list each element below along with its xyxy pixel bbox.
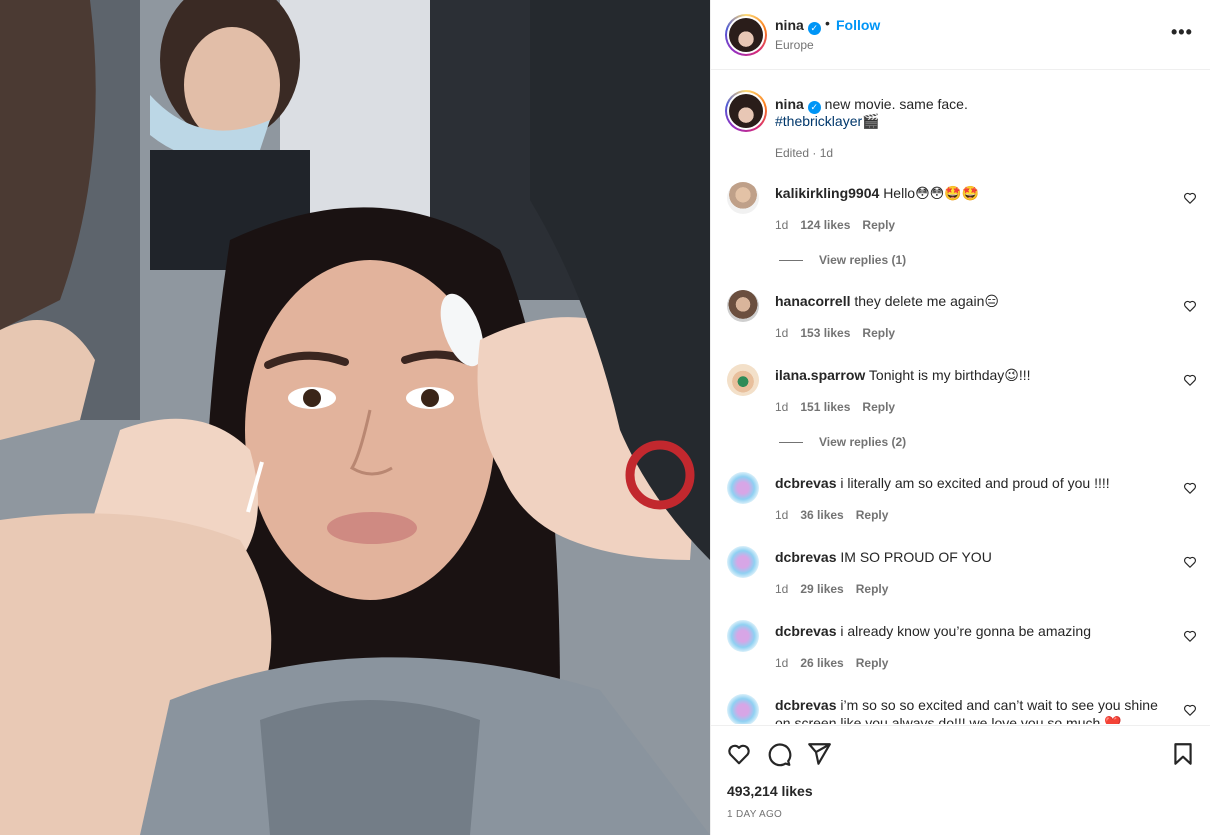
reply-button[interactable]: Reply xyxy=(862,326,895,340)
comment-age: 1d xyxy=(775,508,789,522)
comment-username[interactable]: dcbrevas xyxy=(775,549,836,565)
caption-username[interactable]: nina xyxy=(775,96,804,112)
verified-badge-icon: ✓ xyxy=(807,22,821,35)
comment-likes[interactable]: 36 likes xyxy=(800,508,843,522)
comment-age: 1d xyxy=(775,326,789,340)
comment-likes[interactable]: 26 likes xyxy=(800,656,843,670)
reply-button[interactable]: Reply xyxy=(856,508,889,522)
reply-button[interactable]: Reply xyxy=(862,400,895,414)
comment-like-heart-icon[interactable] xyxy=(1183,629,1197,643)
comment-text-row: dcbrevas i already know you’re gonna be … xyxy=(775,622,1175,640)
view-replies-button[interactable]: View replies (2) xyxy=(779,435,906,449)
author-username-row[interactable]: nina ✓ xyxy=(775,17,821,35)
comment-text-row: dcbrevas i’m so so so excited and can’t … xyxy=(775,696,1175,724)
comment-text-row: ilana.sparrow Tonight is my birthday😉!!! xyxy=(775,366,1175,384)
comment-likes[interactable]: 29 likes xyxy=(800,582,843,596)
view-replies-button[interactable]: View replies (1) xyxy=(779,253,906,267)
caption-hashtag[interactable]: #thebricklayer🎬 xyxy=(775,113,880,130)
commenter-avatar[interactable] xyxy=(727,290,759,322)
comment-text: Hello😳😳🤩🤩 xyxy=(883,185,980,201)
comment-likes[interactable]: 151 likes xyxy=(800,400,850,414)
post-photo-illustration xyxy=(0,0,710,835)
comment-meta: 1d 153 likes Reply xyxy=(775,326,907,340)
comment-text-row: dcbrevas IM SO PROUD OF YOU xyxy=(775,548,1175,566)
post-location[interactable]: Europe xyxy=(775,38,814,52)
likes-count[interactable]: 493,214 likes xyxy=(727,783,813,799)
comment-username[interactable]: ilana.sparrow xyxy=(775,367,865,383)
post-timestamp[interactable]: 1 DAY AGO xyxy=(727,809,782,820)
comment-like-heart-icon[interactable] xyxy=(1183,555,1197,569)
comment-meta: 1d 29 likes Reply xyxy=(775,582,900,596)
comment-age: 1d xyxy=(775,656,789,670)
share-icon[interactable] xyxy=(806,741,832,767)
commenter-avatar[interactable] xyxy=(727,472,759,504)
heart-icon[interactable] xyxy=(726,741,752,767)
commenter-avatar[interactable] xyxy=(727,620,759,652)
comment-icon[interactable] xyxy=(766,741,792,767)
comment-text-row: dcbrevas i literally am so excited and p… xyxy=(775,474,1175,492)
comment-like-heart-icon[interactable] xyxy=(1183,481,1197,495)
comment-age: 1d xyxy=(775,400,789,414)
separator-dot: • xyxy=(825,15,830,31)
comment-meta: 1d 26 likes Reply xyxy=(775,656,900,670)
post-actions: 493,214 likes 1 DAY AGO xyxy=(711,725,1210,835)
reply-button[interactable]: Reply xyxy=(856,656,889,670)
comment-text: they delete me again😑 xyxy=(854,293,999,309)
author-avatar[interactable] xyxy=(725,14,767,56)
comment-username[interactable]: dcbrevas xyxy=(775,475,836,491)
post-header: nina ✓ • Follow Europe ••• xyxy=(711,0,1210,70)
post-side-panel: nina ✓ • Follow Europe ••• nina ✓ new movi… xyxy=(710,0,1210,835)
comments-list[interactable]: nina ✓ new movie. same face. #thebricklay… xyxy=(711,71,1210,724)
author-username[interactable]: nina xyxy=(775,17,804,33)
commenter-avatar[interactable] xyxy=(727,546,759,578)
caption-line: nina ✓ new movie. same face. xyxy=(775,96,968,114)
view-replies-label: View replies (2) xyxy=(819,435,907,449)
post-photo[interactable] xyxy=(0,0,710,835)
caption-avatar[interactable] xyxy=(725,90,767,132)
comment-text-row: hanacorrell they delete me again😑 xyxy=(775,292,1175,310)
comment-username[interactable]: dcbrevas xyxy=(775,623,836,639)
comment-like-heart-icon[interactable] xyxy=(1183,703,1197,717)
comment-text: IM SO PROUD OF YOU xyxy=(840,549,992,565)
follow-button[interactable]: Follow xyxy=(836,17,880,33)
view-replies-label: View replies (1) xyxy=(819,253,907,267)
comment-meta: 1d 36 likes Reply xyxy=(775,508,900,522)
bookmark-icon[interactable] xyxy=(1170,741,1196,767)
commenter-avatar[interactable] xyxy=(727,364,759,396)
comment-username[interactable]: dcbrevas xyxy=(775,697,836,713)
comment-like-heart-icon[interactable] xyxy=(1183,373,1197,387)
more-options-icon[interactable]: ••• xyxy=(1171,22,1193,43)
comment-username[interactable]: kalikirkling9904 xyxy=(775,185,879,201)
caption-text: new movie. same face. xyxy=(824,96,968,112)
comment-meta: 1d 151 likes Reply xyxy=(775,400,907,414)
caption-edited: Edited · 1d xyxy=(775,146,834,160)
comment-like-heart-icon[interactable] xyxy=(1183,299,1197,313)
comment-text: i already know you’re gonna be amazing xyxy=(840,623,1091,639)
commenter-avatar[interactable] xyxy=(727,182,759,214)
comment-like-heart-icon[interactable] xyxy=(1183,191,1197,205)
reply-button[interactable]: Reply xyxy=(856,582,889,596)
comment-meta: 1d 124 likes Reply xyxy=(775,218,907,232)
reply-button[interactable]: Reply xyxy=(862,218,895,232)
comment-text-row: kalikirkling9904 Hello😳😳🤩🤩 xyxy=(775,184,1175,202)
comment-age: 1d xyxy=(775,582,789,596)
instagram-post: nina ✓ • Follow Europe ••• nina ✓ new movi… xyxy=(0,0,1210,835)
commenter-avatar[interactable] xyxy=(727,694,759,724)
comment-age: 1d xyxy=(775,218,789,232)
comment-username[interactable]: hanacorrell xyxy=(775,293,850,309)
comment-likes[interactable]: 124 likes xyxy=(800,218,850,232)
comment-text: i literally am so excited and proud of y… xyxy=(840,475,1110,491)
comment-likes[interactable]: 153 likes xyxy=(800,326,850,340)
comment-text: Tonight is my birthday😉!!! xyxy=(868,367,1031,383)
